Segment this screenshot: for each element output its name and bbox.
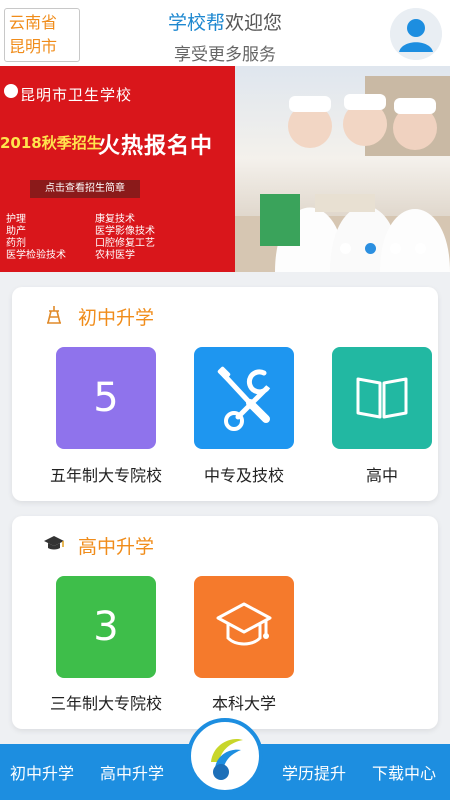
major-item: 口腔修复工艺 <box>95 238 155 249</box>
promo-banner[interactable]: 昆明市卫生学校 2018秋季招生 火热报名中 点击查看招生简章 护理 助产 药剂… <box>0 66 450 272</box>
tower-icon <box>47 306 61 324</box>
carousel-dots <box>340 243 426 254</box>
nav-download-center[interactable]: 下载中心 <box>372 760 436 784</box>
tile-label[interactable]: 五年制大专院校 <box>36 462 176 486</box>
tile-five-year-college[interactable]: 5 <box>56 347 156 449</box>
major-item: 农村医学 <box>95 250 135 261</box>
major-item: 助产 <box>6 226 26 237</box>
tile-three-year-college[interactable]: 3 <box>56 576 156 678</box>
banner-photo <box>215 66 450 272</box>
graduation-cap-icon <box>44 536 64 550</box>
banner-majors-left: 护理 助产 药剂 医学检验技术 <box>6 214 66 262</box>
app-logo-icon <box>211 738 243 780</box>
welcome-text: 欢迎您 <box>225 12 283 34</box>
tools-icon <box>217 366 271 431</box>
brand-name: 学校帮 <box>167 12 225 34</box>
tile-label[interactable]: 中专及技校 <box>174 462 314 486</box>
major-item: 药剂 <box>6 238 26 249</box>
center-home-button[interactable] <box>187 718 263 794</box>
book-icon <box>356 377 408 419</box>
school-logo-icon <box>4 84 18 98</box>
banner-enroll-text: 2018秋季招生 <box>0 134 102 152</box>
major-item: 医学影像技术 <box>95 226 155 237</box>
banner-text-panel: 昆明市卫生学校 2018秋季招生 火热报名中 点击查看招生简章 护理 助产 药剂… <box>0 66 235 272</box>
header: 云南省 昆明市 学校帮欢迎您 享受更多服务 <box>0 0 450 66</box>
major-item: 护理 <box>6 214 26 225</box>
nav-senior-high[interactable]: 高中升学 <box>100 760 164 784</box>
tile-label[interactable]: 三年制大专院校 <box>36 690 176 714</box>
university-icon <box>216 602 272 646</box>
nurses-illustration <box>215 76 450 272</box>
carousel-dot-active[interactable] <box>365 243 376 254</box>
section-senior-high: 高中升学 3 三年制大专院校 本科大学 <box>12 516 438 729</box>
carousel-dot[interactable] <box>340 243 351 254</box>
carousel-dot[interactable] <box>415 243 426 254</box>
section-junior-high: 初中升学 5 五年制大专院校 中专及技校 高中 <box>12 287 438 501</box>
section-title: 初中升学 <box>78 307 155 329</box>
tile-label[interactable]: 本科大学 <box>174 690 314 714</box>
tile-university[interactable] <box>194 576 294 678</box>
banner-hot-text: 火热报名中 <box>98 134 214 159</box>
tile-number: 5 <box>93 375 119 421</box>
major-item: 医学检验技术 <box>6 250 66 261</box>
header-subtitle: 享受更多服务 <box>174 45 276 65</box>
welcome-title: 学校帮欢迎您 <box>0 8 450 35</box>
carousel-dot[interactable] <box>390 243 401 254</box>
user-icon <box>390 8 442 60</box>
tile-label[interactable]: 高中 <box>312 462 450 486</box>
section-title: 高中升学 <box>78 536 155 558</box>
tile-vocational-school[interactable] <box>194 347 294 449</box>
banner-school-name: 昆明市卫生学校 <box>20 86 133 104</box>
major-item: 康复技术 <box>95 214 135 225</box>
nav-degree-upgrade[interactable]: 学历提升 <box>282 760 346 784</box>
banner-majors-right: 康复技术 医学影像技术 口腔修复工艺 农村医学 <box>95 214 155 262</box>
user-avatar[interactable] <box>390 8 442 60</box>
nav-junior-high[interactable]: 初中升学 <box>10 760 74 784</box>
tile-number: 3 <box>93 604 119 650</box>
banner-brochure-button[interactable]: 点击查看招生简章 <box>30 180 140 198</box>
tile-high-school[interactable] <box>332 347 432 449</box>
